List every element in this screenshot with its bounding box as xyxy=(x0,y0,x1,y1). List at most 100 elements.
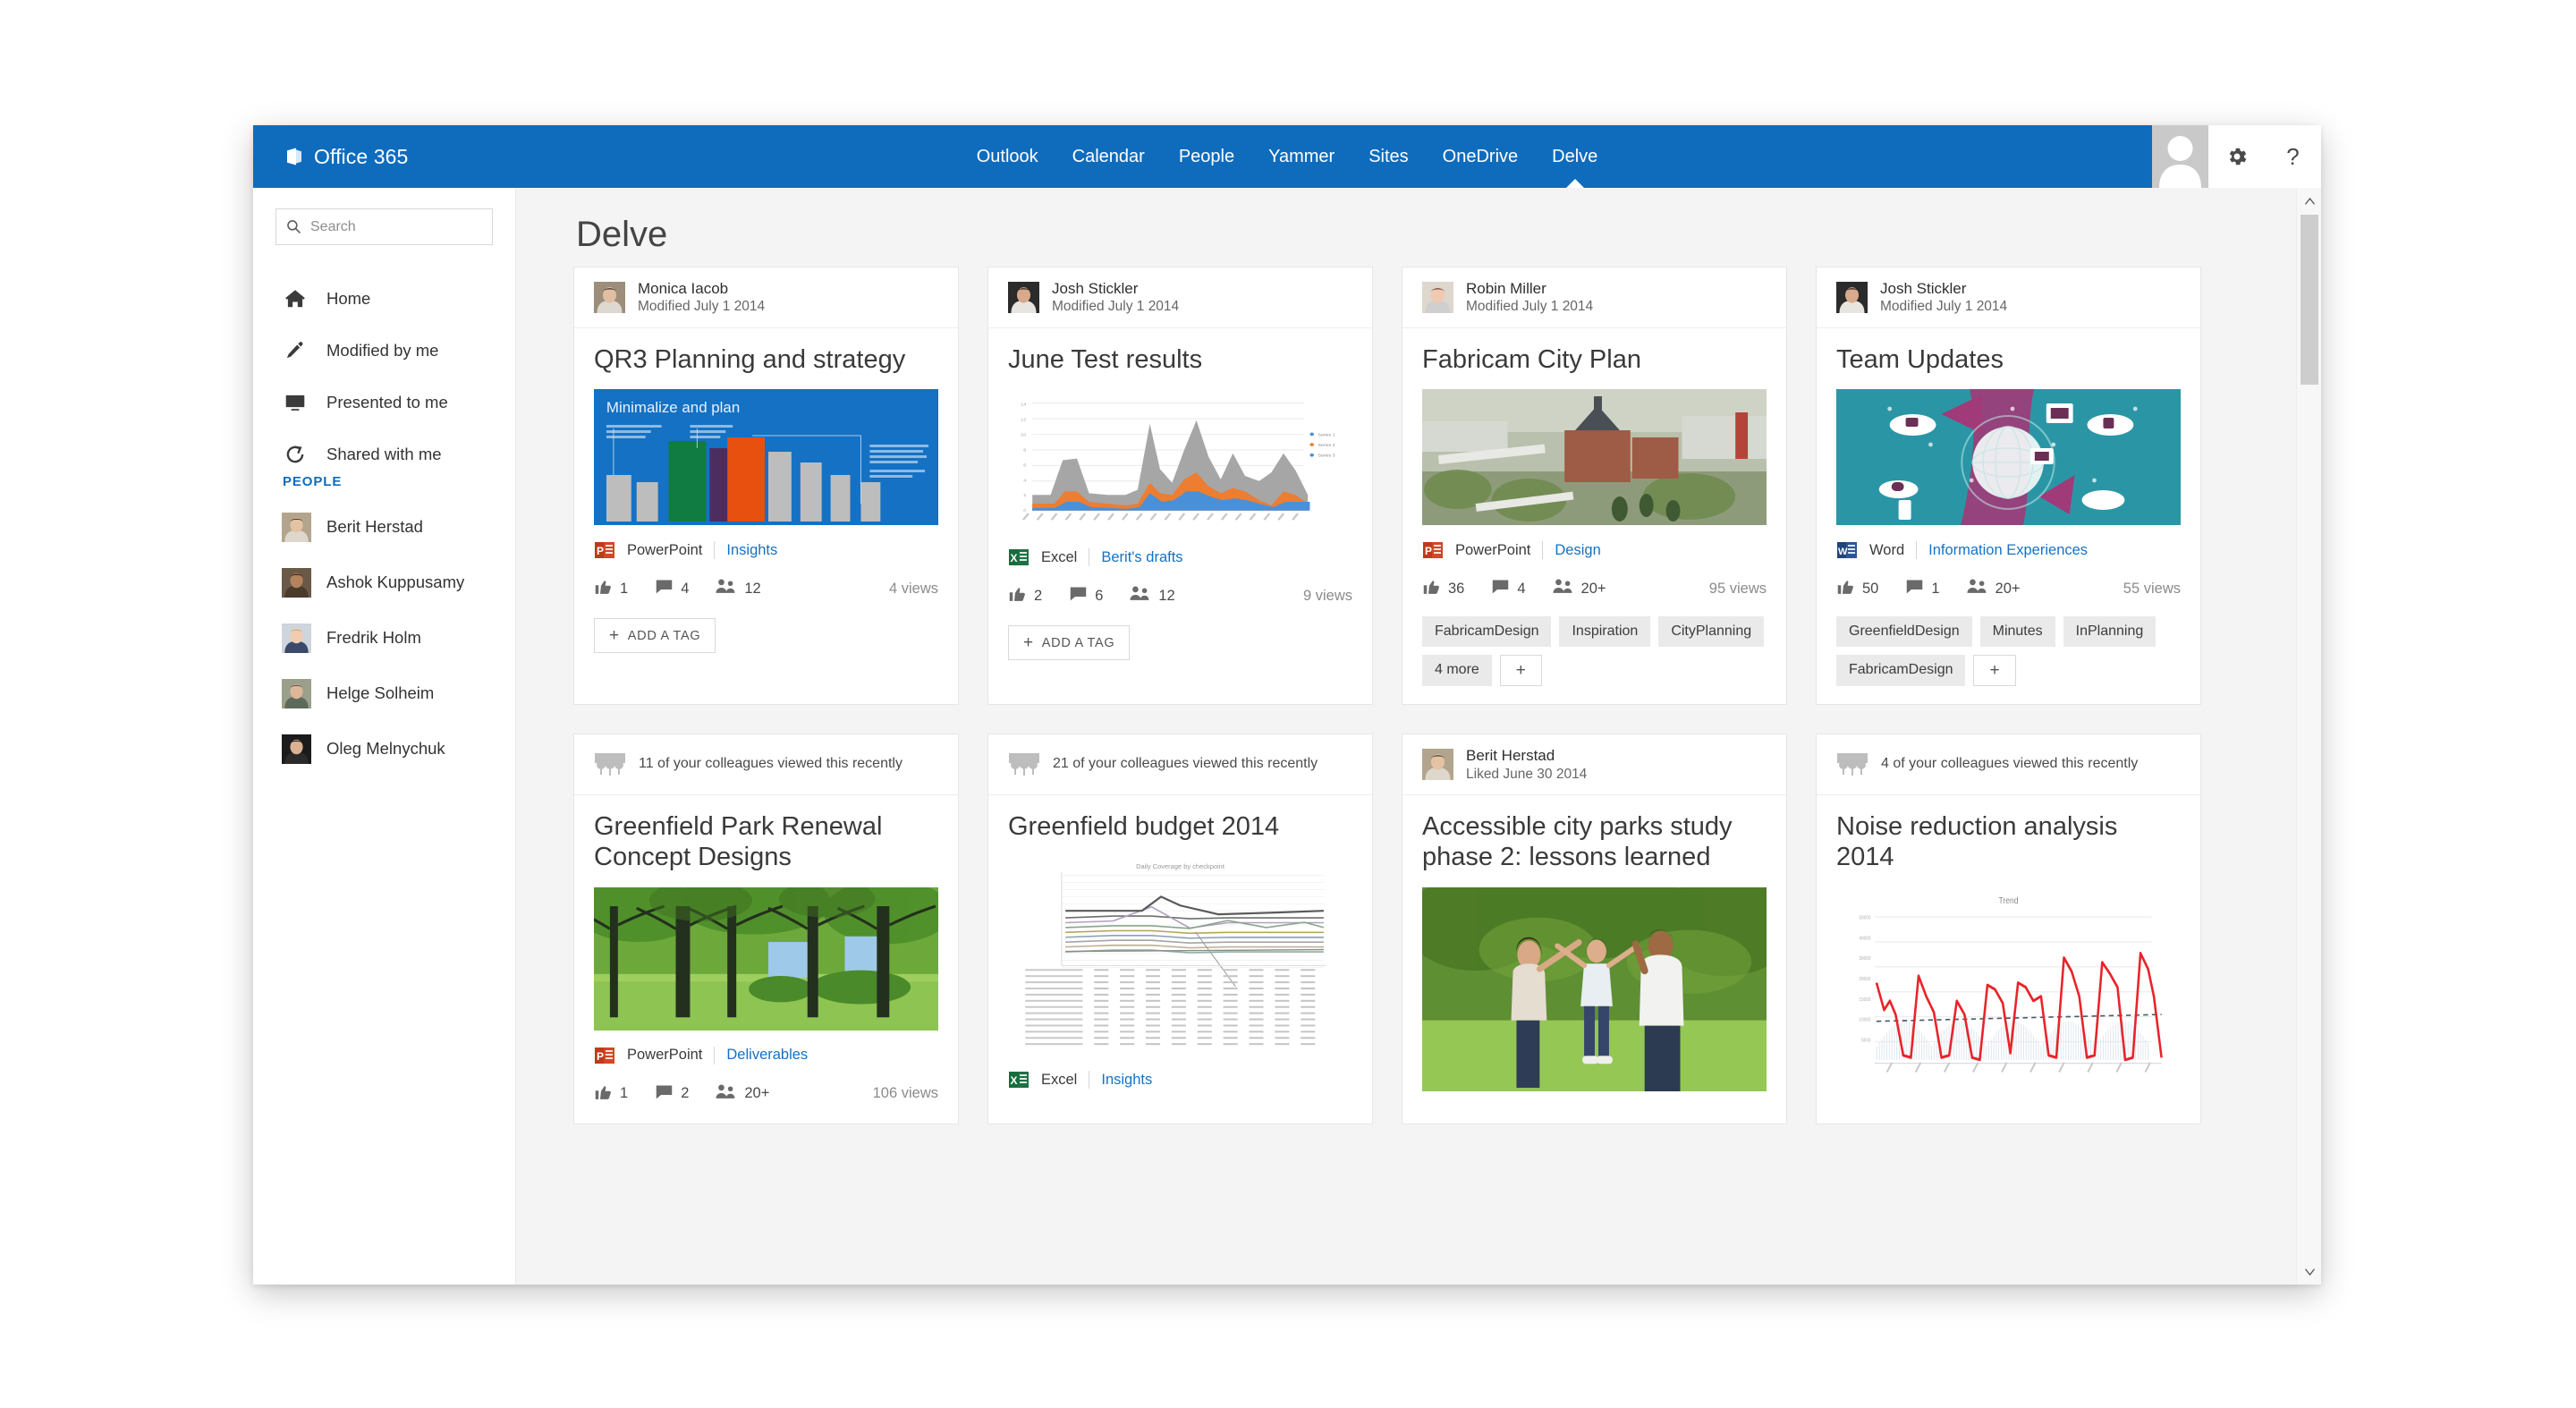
search-box[interactable] xyxy=(275,208,493,245)
card-thumbnail[interactable] xyxy=(1836,389,2181,525)
person-name: Fredrik Holm xyxy=(326,628,421,648)
card-thumbnail[interactable]: Trend5000040000300002000015000100005000 xyxy=(1836,887,2181,1086)
sidebar-item-label: Presented to me xyxy=(326,393,448,412)
tag-chip[interactable]: GreenfieldDesign xyxy=(1836,616,1972,647)
card-thumbnail[interactable]: Daily Coverage by checkpoint xyxy=(1008,856,1352,1055)
content-card[interactable]: Josh SticklerModified July 1 2014 Team Up… xyxy=(1816,267,2201,705)
like-count[interactable]: 2 xyxy=(1008,584,1042,607)
card-thumbnail[interactable] xyxy=(1422,887,1767,1091)
comment-count[interactable]: 6 xyxy=(1069,584,1103,607)
card-title[interactable]: June Test results xyxy=(1008,344,1352,375)
sidebar-item-shared-with-me[interactable]: Shared with me xyxy=(253,428,516,480)
add-tag-icon-button[interactable]: + xyxy=(1973,655,2015,686)
like-count[interactable]: 1 xyxy=(594,1082,628,1106)
card-header: Josh SticklerModified July 1 2014 xyxy=(1817,267,2200,328)
card-title[interactable]: Noise reduction analysis 2014 xyxy=(1836,811,2181,872)
person-name: Berit Herstad xyxy=(326,517,423,537)
svg-text:30000: 30000 xyxy=(1859,956,1870,962)
tag-chip[interactable]: CityPlanning xyxy=(1658,616,1764,647)
add-tag-icon-button[interactable]: + xyxy=(1500,655,1542,686)
card-title[interactable]: QR3 Planning and strategy xyxy=(594,344,938,375)
suite-nav-outlook[interactable]: Outlook xyxy=(960,125,1055,188)
card-source-link[interactable]: Information Experiences xyxy=(1928,542,2088,559)
thumbs-up-icon xyxy=(1422,577,1441,600)
scroll-down-arrow[interactable] xyxy=(2297,1260,2321,1285)
card-thumbnail[interactable] xyxy=(594,887,938,1031)
content-card[interactable]: 21 of your colleagues viewed this recent… xyxy=(987,734,1373,1124)
suite-nav-sites[interactable]: Sites xyxy=(1352,125,1425,188)
suite-nav-onedrive[interactable]: OneDrive xyxy=(1426,125,1535,188)
excel-icon: X xyxy=(1008,1069,1030,1090)
thumbs-up-icon xyxy=(594,1082,613,1106)
view-count: 9 views xyxy=(1303,588,1352,605)
card-title[interactable]: Fabricam City Plan xyxy=(1422,344,1767,375)
tag-chip[interactable]: Minutes xyxy=(1980,616,2055,647)
content-card[interactable]: Josh SticklerModified July 1 2014June Te… xyxy=(987,267,1373,705)
card-title[interactable]: Team Updates xyxy=(1836,344,2181,375)
share-count-value: 20+ xyxy=(1996,581,2021,598)
share-count[interactable]: 20+ xyxy=(1553,577,1606,600)
card-source-link[interactable]: Insights xyxy=(726,542,777,559)
user-avatar[interactable] xyxy=(2152,125,2208,188)
people-list-item[interactable]: Ashok Kuppusamy xyxy=(253,555,516,610)
tag-chip[interactable]: InPlanning xyxy=(2063,616,2157,647)
comment-count[interactable]: 2 xyxy=(655,1082,689,1106)
suite-nav-people[interactable]: People xyxy=(1162,125,1251,188)
sidebar-item-modified-by-me[interactable]: Modified by me xyxy=(253,325,516,377)
card-title[interactable]: Greenfield budget 2014 xyxy=(1008,811,1352,842)
avatar xyxy=(1422,749,1453,780)
share-count[interactable]: 20+ xyxy=(716,1082,769,1106)
content-card[interactable]: Monica IacobModified July 1 2014QR3 Plan… xyxy=(573,267,959,705)
avatar xyxy=(1836,282,1868,313)
share-count[interactable]: 12 xyxy=(716,577,760,600)
card-thumbnail[interactable]: Minimalize and plan xyxy=(594,389,938,525)
scroll-up-arrow[interactable] xyxy=(2297,188,2321,213)
share-count[interactable]: 20+ xyxy=(1967,577,2021,600)
suite-nav-calendar[interactable]: Calendar xyxy=(1055,125,1162,188)
card-title[interactable]: Accessible city parks study phase 2: les… xyxy=(1422,811,1767,872)
card-thumbnail[interactable] xyxy=(1422,389,1767,525)
card-source-link[interactable]: Deliverables xyxy=(726,1047,808,1064)
like-count[interactable]: 1 xyxy=(594,577,628,600)
gear-icon[interactable] xyxy=(2208,125,2265,188)
content-card[interactable]: Robin MillerModified July 1 2014Fabricam… xyxy=(1402,267,1787,705)
add-a-tag-button[interactable]: +ADD A TAG xyxy=(594,618,716,653)
svg-text:W: W xyxy=(1838,547,1848,557)
people-list-item[interactable]: Berit Herstad xyxy=(253,499,516,555)
card-source-link[interactable]: Design xyxy=(1555,542,1600,559)
like-count[interactable]: 36 xyxy=(1422,577,1464,600)
suite-nav-yammer[interactable]: Yammer xyxy=(1251,125,1352,188)
share-count[interactable]: 12 xyxy=(1130,584,1174,607)
tag-chip[interactable]: FabricamDesign xyxy=(1422,616,1551,647)
content-card[interactable]: Berit HerstadLiked June 30 2014Accessibl… xyxy=(1402,734,1787,1124)
comment-count[interactable]: 1 xyxy=(1905,577,1939,600)
card-source-link[interactable]: Insights xyxy=(1101,1072,1152,1089)
like-count[interactable]: 50 xyxy=(1836,577,1878,600)
people-list-item[interactable]: Oleg Melnychuk xyxy=(253,721,516,776)
tag-chip[interactable]: Inspiration xyxy=(1559,616,1650,647)
scrollbar-thumb[interactable] xyxy=(2301,215,2318,385)
help-icon[interactable]: ? xyxy=(2265,125,2321,188)
brand-area[interactable]: Office 365 xyxy=(284,145,408,169)
content-card[interactable]: 4 of your colleagues viewed this recentl… xyxy=(1816,734,2201,1124)
tag-chip[interactable]: 4 more xyxy=(1422,655,1492,686)
add-a-tag-button[interactable]: +ADD A TAG xyxy=(1008,625,1130,660)
comment-count[interactable]: 4 xyxy=(1491,577,1525,600)
people-list-item[interactable]: Helge Solheim xyxy=(253,666,516,721)
sidebar-item-home[interactable]: Home xyxy=(253,273,516,325)
vertical-scrollbar[interactable] xyxy=(2296,188,2321,1285)
svg-text:Daily Coverage by checkpoint: Daily Coverage by checkpoint xyxy=(1136,863,1224,871)
sidebar-item-presented-to-me[interactable]: Presented to me xyxy=(253,377,516,428)
card-stats-row: 50120+55 views xyxy=(1836,577,2181,600)
tag-chip[interactable]: FabricamDesign xyxy=(1836,655,1965,686)
card-title[interactable]: Greenfield Park Renewal Concept Designs xyxy=(594,811,938,872)
card-thumbnail[interactable]: 14121086420Series 1Series 2Series 3 xyxy=(1008,389,1352,532)
content-card[interactable]: 11 of your colleagues viewed this recent… xyxy=(573,734,959,1124)
people-list-item[interactable]: Fredrik Holm xyxy=(253,610,516,666)
card-source-link[interactable]: Berit's drafts xyxy=(1101,549,1182,566)
comment-count[interactable]: 4 xyxy=(655,577,689,600)
search-input[interactable] xyxy=(309,218,482,236)
suite-nav-delve[interactable]: Delve xyxy=(1535,125,1614,188)
card-author-name: Josh Stickler xyxy=(1880,279,2007,298)
card-action-date: Modified July 1 2014 xyxy=(1880,298,2007,315)
